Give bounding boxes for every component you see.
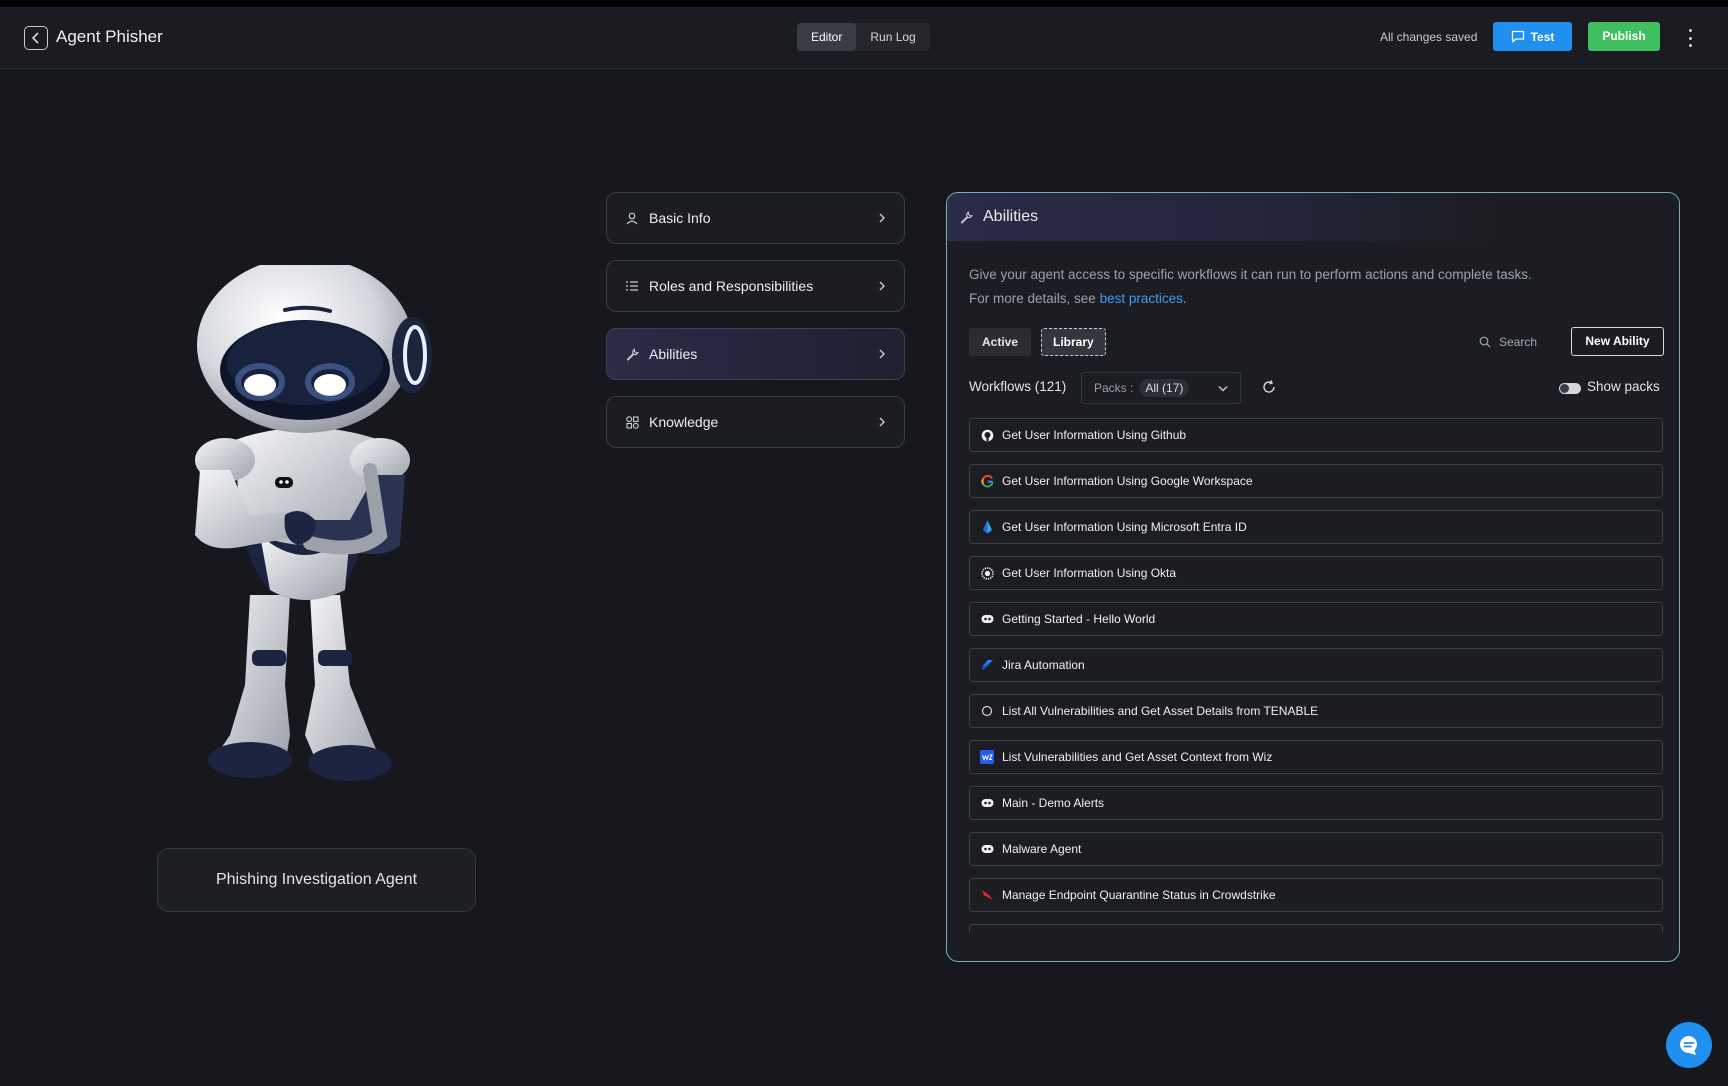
app-header: Agent Phisher Editor Run Log All changes… (0, 7, 1728, 69)
description-line-1: Give your agent access to specific workf… (969, 267, 1532, 282)
workflows-count: Workflows (121) (969, 379, 1067, 394)
workflow-row[interactable]: Getting Started - Hello World (969, 602, 1663, 636)
workflow-row[interactable]: Malware Agent (969, 832, 1663, 866)
workflow-row[interactable]: Get User Information Using Microsoft Ent… (969, 510, 1663, 544)
abilities-description: Give your agent access to specific workf… (969, 263, 1532, 311)
workflow-name: Manage Endpoint Quarantine Status in Cro… (1002, 888, 1276, 902)
nav-abilities[interactable]: Abilities (606, 328, 905, 380)
search-label: Search (1499, 335, 1538, 349)
workflow-row[interactable]: Get User Information Using Okta (969, 556, 1663, 590)
save-status: All changes saved (1380, 30, 1478, 44)
abilities-panel-header: Abilities (947, 193, 1679, 241)
workflow-name: List Vulnerabilities and Get Asset Conte… (1002, 750, 1273, 764)
workflow-row-partial[interactable] (969, 924, 1663, 933)
workflow-row[interactable]: Get User Information Using Google Worksp… (969, 464, 1663, 498)
description-prefix: For more details, see (969, 291, 1100, 306)
chevron-right-icon (879, 213, 885, 223)
jira-icon (980, 658, 994, 672)
workflow-row[interactable]: Manage Endpoint Quarantine Status in Cro… (969, 878, 1663, 912)
chevron-right-icon (879, 281, 885, 291)
nav-abilities-label: Abilities (649, 346, 698, 362)
workflow-list[interactable]: Get User Information Using Github Get Us… (969, 418, 1663, 933)
test-button[interactable]: Test (1493, 22, 1572, 51)
abilities-panel: Abilities Give your agent access to spec… (946, 192, 1680, 962)
back-button[interactable] (24, 26, 48, 50)
workflow-name: Jira Automation (1002, 658, 1085, 672)
nav-basic-info-label: Basic Info (649, 210, 711, 226)
top-strip (0, 0, 1728, 7)
nav-roles[interactable]: Roles and Responsibilities (606, 260, 905, 312)
chat-bubble-icon (1680, 1036, 1697, 1055)
support-chat-button[interactable] (1666, 1022, 1712, 1068)
tenable-icon (980, 704, 994, 718)
chevron-right-icon (879, 349, 885, 359)
bot-icon (980, 612, 994, 626)
packs-select[interactable]: Packs : All (17) (1081, 372, 1241, 404)
google-icon (980, 474, 994, 488)
entra-icon (980, 520, 994, 534)
chevron-right-icon (879, 417, 885, 427)
packs-label: Packs : (1094, 381, 1134, 395)
abilities-title: Abilities (983, 208, 1039, 225)
segment-library[interactable]: Library (1041, 328, 1106, 356)
list-icon (625, 279, 639, 293)
bot-icon (980, 796, 994, 810)
workflow-name: Get User Information Using Google Worksp… (1002, 474, 1253, 488)
workflow-name: Malware Agent (1002, 842, 1082, 856)
description-line-2: For more details, see best practices. (969, 287, 1532, 311)
nav-knowledge-label: Knowledge (649, 414, 719, 430)
workflow-name: Get User Information Using Microsoft Ent… (1002, 520, 1247, 534)
search-icon (1479, 336, 1491, 348)
nav-knowledge[interactable]: Knowledge (606, 396, 905, 448)
github-icon (980, 428, 994, 442)
packs-value: All (17) (1139, 379, 1190, 397)
app-title: Agent Phisher (56, 27, 163, 46)
wiz-icon (980, 750, 994, 764)
crowdstrike-icon (980, 888, 994, 902)
bot-icon (980, 842, 994, 856)
view-tabs: Editor Run Log (797, 23, 930, 51)
chevron-left-icon (31, 32, 39, 44)
workflow-row[interactable]: Main - Demo Alerts (969, 786, 1663, 820)
tab-run-log[interactable]: Run Log (856, 23, 929, 51)
chevron-down-icon (1218, 385, 1228, 391)
robot-illustration (195, 265, 432, 781)
workflow-row[interactable]: List All Vulnerabilities and Get Asset D… (969, 694, 1663, 728)
nav-roles-label: Roles and Responsibilities (649, 278, 814, 294)
new-ability-button[interactable]: New Ability (1571, 327, 1664, 356)
okta-icon (980, 566, 994, 580)
segment-active[interactable]: Active (969, 328, 1032, 356)
nav-basic-info[interactable]: Basic Info (606, 192, 905, 244)
refresh-icon[interactable] (1261, 379, 1277, 395)
workflow-row[interactable]: List Vulnerabilities and Get Asset Conte… (969, 740, 1663, 774)
workflow-row[interactable]: Get User Information Using Github (969, 418, 1663, 452)
wrench-icon (959, 210, 973, 224)
agent-name-card[interactable]: Phishing Investigation Agent (157, 848, 476, 912)
workflow-name: Main - Demo Alerts (1002, 796, 1105, 810)
workflow-name: List All Vulnerabilities and Get Asset D… (1002, 704, 1319, 718)
search-button[interactable]: Search (1479, 328, 1537, 356)
publish-button[interactable]: Publish (1588, 22, 1660, 51)
user-icon (625, 211, 639, 225)
wrench-icon (625, 347, 639, 361)
description-suffix: . (1182, 291, 1187, 306)
tab-editor[interactable]: Editor (797, 23, 857, 51)
workflow-name: Get User Information Using Github (1002, 428, 1187, 442)
chat-icon (1511, 30, 1524, 43)
workflow-name: Get User Information Using Okta (1002, 566, 1177, 580)
show-packs-toggle[interactable] (1559, 383, 1581, 394)
best-practices-link[interactable]: best practices (1100, 291, 1183, 306)
more-menu-icon[interactable] (1685, 27, 1695, 49)
show-packs-label: Show packs (1587, 379, 1660, 394)
workflow-row[interactable]: Jira Automation (969, 648, 1663, 682)
test-button-label: Test (1530, 29, 1555, 44)
shapes-icon (625, 415, 639, 429)
workflow-name: Getting Started - Hello World (1002, 612, 1156, 626)
